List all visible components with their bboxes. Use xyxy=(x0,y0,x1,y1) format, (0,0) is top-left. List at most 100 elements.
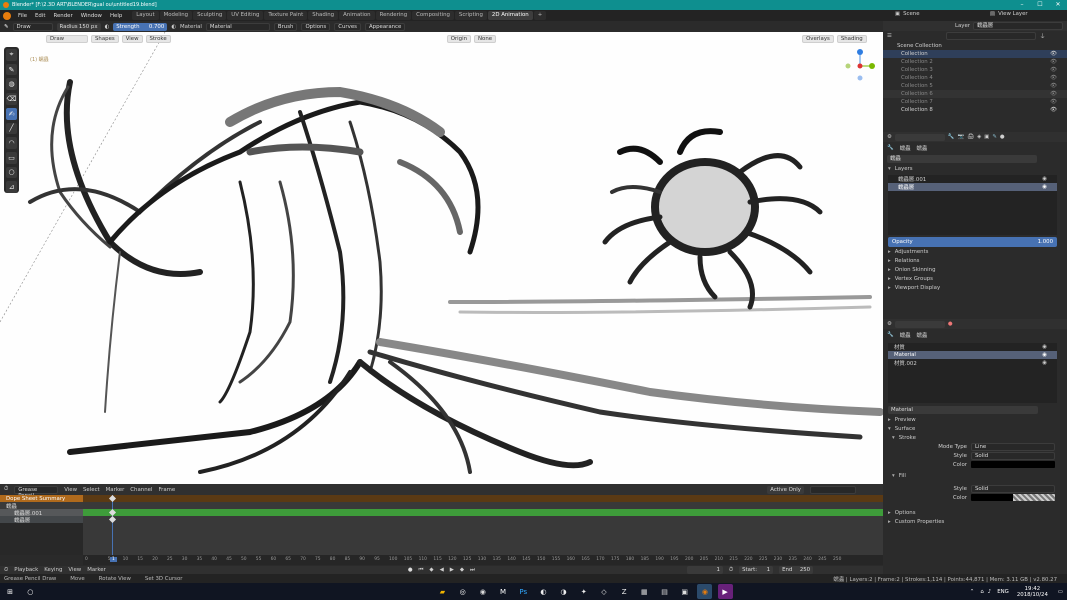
tab-sculpting[interactable]: Sculpting xyxy=(193,11,227,20)
draw-tool-icon[interactable]: ✍ xyxy=(6,107,17,120)
guides-dropdown[interactable]: None xyxy=(473,34,497,43)
vp-shapes-menu[interactable]: Shapes xyxy=(91,34,119,43)
tab-compositing[interactable]: Compositing xyxy=(412,11,454,20)
line-tool-icon[interactable]: ╱ xyxy=(6,122,17,135)
play-reverse-button[interactable]: ◀ xyxy=(440,567,444,573)
slot-visibility-icon[interactable]: ◉ xyxy=(1042,360,1047,366)
photoshop-icon[interactable]: Ps xyxy=(516,584,531,599)
dope-menu-channel[interactable]: Channel xyxy=(130,487,152,493)
data-tab-icon[interactable]: ✎ xyxy=(992,134,997,140)
playhead-line[interactable] xyxy=(112,495,113,555)
surface-section[interactable]: ▾ Surface xyxy=(883,424,1067,433)
visibility-icon[interactable]: 👁 xyxy=(1050,91,1057,97)
outliner-item[interactable]: Collection 👁 xyxy=(883,50,1067,58)
radius-field[interactable]: Radius 150 px xyxy=(56,22,101,31)
drawing-canvas[interactable] xyxy=(0,32,883,484)
menu-window[interactable]: Window xyxy=(77,13,106,19)
app9-icon[interactable]: ◇ xyxy=(596,584,611,599)
tint-tool-icon[interactable]: ✎ xyxy=(6,63,17,76)
fill-tool-icon[interactable]: ◍ xyxy=(6,78,17,91)
visibility-icon[interactable]: 👁 xyxy=(1050,59,1057,65)
jump-start-button[interactable]: ⏮ xyxy=(419,567,424,574)
visibility-icon[interactable]: 👁 xyxy=(1050,99,1057,105)
dope-keyframe-area[interactable] xyxy=(83,495,883,555)
curves-dropdown[interactable]: Curves xyxy=(334,22,361,31)
vp-mode-dropdown[interactable]: Draw xyxy=(46,34,88,43)
properties-editor-icon[interactable]: ⚙ xyxy=(887,321,892,327)
layer-item[interactable]: 蠕蟲層 ◉ xyxy=(888,183,1057,191)
notification-icon[interactable]: ▭ xyxy=(1058,589,1063,595)
outliner-item[interactable]: Collection 4 👁 xyxy=(883,74,1067,82)
close-icon[interactable]: ✕ xyxy=(1049,0,1067,10)
overlays-dropdown[interactable]: Overlays xyxy=(802,34,834,43)
shading-dropdown[interactable]: Shading xyxy=(836,34,867,43)
radius-pressure-icon[interactable]: ◐ xyxy=(105,24,110,30)
prev-key-button[interactable]: ◆ xyxy=(429,567,433,573)
cursor-tool-icon[interactable]: ⌖ xyxy=(6,49,17,61)
outliner-item[interactable]: Collection 5 👁 xyxy=(883,82,1067,90)
clock[interactable]: 19:42 2018/10/24 xyxy=(1017,586,1048,598)
menu-edit[interactable]: Edit xyxy=(31,13,49,19)
output-tab-icon[interactable]: 🖨 xyxy=(967,134,974,140)
dope-menu-marker[interactable]: Marker xyxy=(106,487,125,493)
brush-icon[interactable]: ✎ xyxy=(4,24,9,30)
render-tab-icon[interactable]: 📷 xyxy=(958,134,965,140)
outliner-item[interactable]: Collection 6 👁 xyxy=(883,90,1067,98)
viewport-3d[interactable] xyxy=(0,32,883,484)
eyedropper-tool-icon[interactable]: ⊿ xyxy=(6,181,17,194)
volume-icon[interactable]: ♪ xyxy=(988,589,991,595)
outliner-search[interactable] xyxy=(945,32,1036,40)
material-slot[interactable]: 材質 ◉ xyxy=(888,343,1057,351)
tray-arrow-icon[interactable]: ⌃ xyxy=(970,589,975,595)
tab-layout[interactable]: Layout xyxy=(132,11,159,20)
search-icon[interactable]: ○ xyxy=(23,584,38,599)
material-name-field[interactable]: Material xyxy=(888,406,1038,414)
outliner-icon[interactable]: ☰ xyxy=(887,33,892,39)
vertex-groups-section[interactable]: ▸ Vertex Groups xyxy=(883,274,1067,283)
slot-visibility-icon[interactable]: ◉ xyxy=(1042,344,1047,350)
menu-file[interactable]: File xyxy=(14,13,31,19)
layer-dropdown[interactable]: 蠕蟲層 xyxy=(973,22,1063,30)
stroke-section[interactable]: ▾ Stroke xyxy=(883,433,1067,442)
opacity-field[interactable]: Opacity 1.000 xyxy=(888,237,1057,247)
wrench-icon[interactable]: 🔧 xyxy=(887,332,894,338)
strength-field[interactable]: Strength 0.700 xyxy=(113,22,168,31)
fill-color-swatch[interactable] xyxy=(971,494,1055,501)
visibility-icon[interactable]: 👁 xyxy=(1050,75,1057,81)
navigation-gizmo[interactable] xyxy=(838,46,878,86)
dope-layer-row[interactable]: 蠕蟲層 xyxy=(0,516,83,524)
app8-icon[interactable]: ✦ xyxy=(576,584,591,599)
end-frame-field[interactable]: End 250 xyxy=(779,566,814,574)
keyframe-diamond[interactable] xyxy=(108,515,117,524)
app13-icon[interactable]: ▣ xyxy=(677,584,692,599)
layer-visibility-icon[interactable]: ◉ xyxy=(1042,176,1047,182)
app6-icon[interactable]: ◐ xyxy=(536,584,551,599)
object-tab-icon[interactable]: ▣ xyxy=(984,134,989,140)
view-layer-selector[interactable]: ▤ View Layer xyxy=(990,11,1028,17)
dope-menu-frame[interactable]: Frame xyxy=(158,487,175,493)
scene-tab-icon[interactable]: ◈ xyxy=(977,134,981,140)
wrench-icon[interactable]: 🔧 xyxy=(887,145,894,151)
arc-tool-icon[interactable]: ◠ xyxy=(6,137,17,149)
material-slot[interactable]: 材質.002 ◉ xyxy=(888,359,1057,367)
blender-icon[interactable]: ◉ xyxy=(697,584,713,599)
fill-section[interactable]: ▾ Fill xyxy=(883,471,1067,480)
appearance-dropdown[interactable]: Appearance xyxy=(364,22,406,31)
frame-ruler[interactable]: 0 1 5 10 15 20 25 30 35 40 45 50 55 60 65 70 75 80 85 90 95 1… xyxy=(83,555,883,565)
outliner-item[interactable]: Collection 3 👁 xyxy=(883,66,1067,74)
preview-section[interactable]: ▸ Preview xyxy=(883,415,1067,424)
properties-editor-icon[interactable]: ⚙ xyxy=(887,134,892,140)
erase-tool-icon[interactable]: ⌫ xyxy=(6,93,17,105)
material-tab-active-icon[interactable]: ● xyxy=(948,321,953,327)
app7-icon[interactable]: ◑ xyxy=(556,584,571,599)
active-only-toggle[interactable]: Active Only xyxy=(767,485,804,494)
outliner-item[interactable]: Collection 8 👁 xyxy=(883,106,1067,114)
scene-selector[interactable]: ▣ Scene xyxy=(895,11,920,17)
tab-modeling[interactable]: Modeling xyxy=(159,11,193,20)
properties-search[interactable] xyxy=(894,133,945,141)
datablock-name-field[interactable]: 蠕蟲 xyxy=(887,154,1037,163)
dope-menu-select[interactable]: Select xyxy=(83,487,100,493)
dope-editor-icon[interactable]: ⏱ xyxy=(4,486,8,493)
record-button[interactable]: ● xyxy=(408,567,413,573)
vp-view-menu[interactable]: View xyxy=(121,34,143,43)
